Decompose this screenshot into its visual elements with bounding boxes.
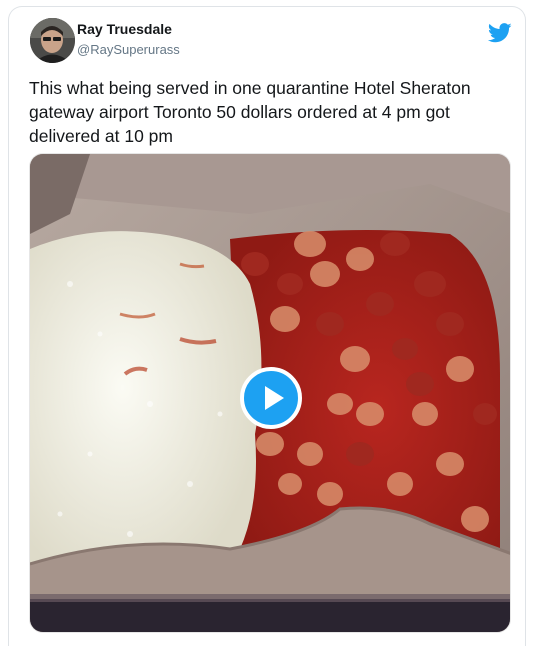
author-handle[interactable]: @RaySuperurass — [77, 42, 180, 57]
author-name[interactable]: Ray Truesdale — [77, 21, 172, 37]
tweet-text: This what being served in one quarantine… — [29, 78, 471, 146]
tweet-video[interactable] — [29, 153, 511, 633]
tweet-card: Ray Truesdale @RaySuperurass This what b… — [8, 6, 526, 646]
play-button[interactable] — [240, 367, 302, 429]
avatar[interactable] — [30, 18, 75, 63]
play-icon — [265, 386, 284, 410]
twitter-bird-icon[interactable] — [487, 23, 512, 43]
